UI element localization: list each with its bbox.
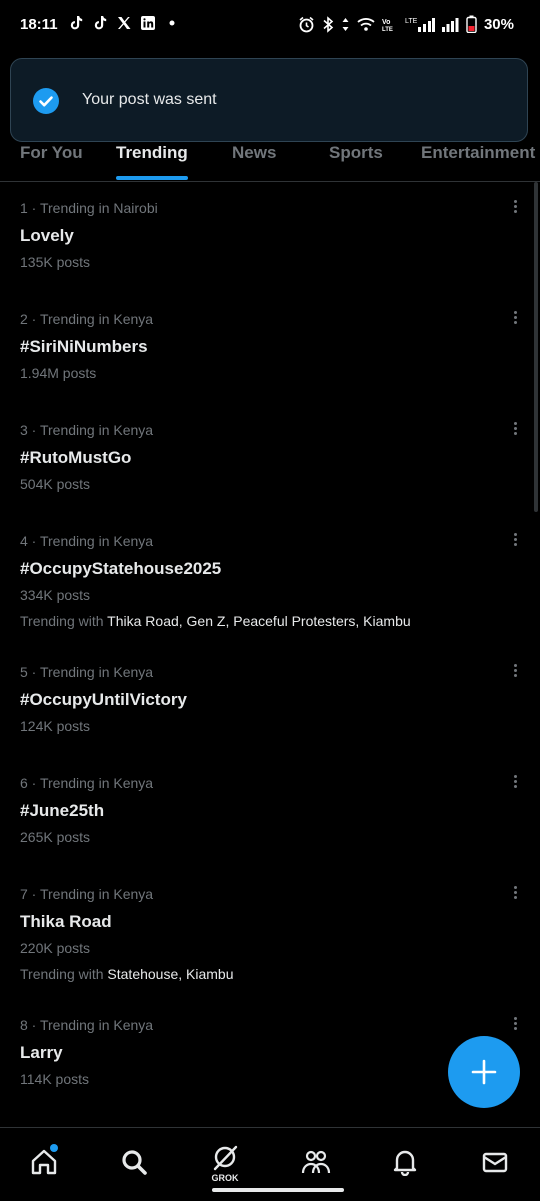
tab-entertainment[interactable]: Entertainment (421, 143, 535, 163)
volte-icon: VoLTE (382, 19, 393, 33)
trending-with-label: Trending with (20, 613, 108, 629)
more-options-icon[interactable] (506, 884, 524, 904)
x-icon (118, 17, 131, 29)
home-icon (31, 1149, 57, 1175)
tab-trending[interactable]: Trending (116, 143, 188, 163)
trend-name: Thika Road (20, 912, 112, 931)
nav-search[interactable] (114, 1144, 154, 1184)
trend-name: #OccupyUntilVictory (20, 690, 187, 709)
tab-news[interactable]: News (232, 143, 276, 163)
gesture-bar[interactable] (212, 1188, 344, 1192)
system-icons: Vo LTE LTE 30% (298, 15, 514, 33)
tab-for-you[interactable]: For You (20, 143, 83, 163)
nav-notifications[interactable] (385, 1144, 425, 1184)
checkmark-circle-icon (33, 88, 59, 114)
status-time: 18:11 (20, 16, 58, 33)
more-options-icon[interactable] (506, 198, 524, 218)
grok-icon (213, 1145, 238, 1171)
more-options-icon[interactable] (506, 662, 524, 682)
tiktok-icon (94, 16, 107, 30)
tab-sports[interactable]: Sports (329, 143, 383, 163)
more-options-icon[interactable] (506, 1015, 524, 1035)
trend-meta: 6 · Trending in Kenya (20, 775, 154, 791)
trend-meta: 8 · Trending in Kenya (20, 1017, 154, 1033)
trend-meta: 5 · Trending in Kenya (20, 664, 154, 680)
nav-home[interactable] (24, 1144, 64, 1184)
battery-percent: 30% (483, 15, 514, 33)
bluetooth-icon (323, 15, 334, 33)
trend-name: #RutoMustGo (20, 448, 132, 467)
signal-icon (441, 17, 459, 32)
trend-name: Lovely (20, 226, 74, 245)
trend-post-count: 504K posts (20, 476, 91, 492)
home-notification-dot (50, 1144, 58, 1152)
trend-name: #June25th (20, 801, 105, 820)
trend-post-count: 334K posts (20, 587, 91, 603)
trend-post-count: 220K posts (20, 940, 91, 956)
alarm-icon (299, 16, 314, 32)
tiktok-icon (70, 16, 83, 30)
notifications-icon (393, 1150, 417, 1176)
trend-post-count: 124K posts (20, 718, 91, 734)
search-icon (122, 1150, 147, 1175)
communities-icon (301, 1150, 331, 1174)
toast-message: Your post was sent (82, 91, 217, 108)
trending-with-names: Thika Road, Gen Z, Peaceful Protesters, … (107, 613, 411, 629)
trend-meta: 2 · Trending in Kenya (20, 311, 154, 327)
explore-tabs: For You Trending News Sports Entertainme… (0, 135, 540, 182)
svg-text:LTE: LTE (405, 18, 418, 25)
trend-post-count: 135K posts (20, 254, 91, 270)
trending-with: Trending with Thika Road, Gen Z, Peacefu… (20, 613, 411, 629)
trending-with-label: Trending with (20, 966, 108, 982)
trending-with-names: Statehouse, Kiambu (107, 966, 234, 982)
trend-meta: 4 · Trending in Kenya (20, 533, 154, 549)
scrollbar[interactable] (534, 182, 538, 512)
active-tab-indicator (116, 176, 188, 180)
grok-label: GROK (211, 1173, 239, 1183)
compose-post-button[interactable] (448, 1036, 520, 1108)
notification-icons (68, 15, 180, 31)
linkedin-icon (141, 16, 155, 30)
post-sent-toast[interactable]: Your post was sent (10, 58, 528, 142)
more-options-icon[interactable] (506, 531, 524, 551)
trending-with: Trending with Statehouse, Kiambu (20, 966, 234, 982)
more-options-icon[interactable] (506, 309, 524, 329)
more-options-icon[interactable] (506, 420, 524, 440)
trend-post-count: 1.94M posts (20, 365, 97, 381)
data-arrows-icon (342, 17, 349, 31)
trend-meta: 7 · Trending in Kenya (20, 886, 154, 902)
trend-meta: 3 · Trending in Kenya (20, 422, 154, 438)
trend-post-count: 114K posts (20, 1071, 90, 1087)
dot-icon (169, 20, 175, 26)
trend-name: Larry (20, 1043, 63, 1062)
nav-communities[interactable] (295, 1144, 335, 1184)
nav-messages[interactable] (475, 1144, 515, 1184)
trend-post-count: 265K posts (20, 829, 91, 845)
lte-signal-icon: LTE (405, 17, 435, 32)
svg-text:Vo: Vo (382, 19, 390, 26)
wifi-icon (357, 17, 375, 31)
status-bar: 18:11 Vo LTE LTE 30% (0, 0, 540, 50)
trend-name: #SiriNiNumbers (20, 337, 148, 356)
trend-meta: 1 · Trending in Nairobi (20, 200, 158, 216)
nav-grok[interactable]: GROK (205, 1144, 245, 1184)
more-options-icon[interactable] (506, 773, 524, 793)
battery-icon (466, 15, 477, 33)
plus-icon (471, 1059, 497, 1085)
trend-name: #OccupyStatehouse2025 (20, 559, 222, 578)
messages-icon (482, 1152, 508, 1173)
svg-text:LTE: LTE (382, 27, 393, 33)
